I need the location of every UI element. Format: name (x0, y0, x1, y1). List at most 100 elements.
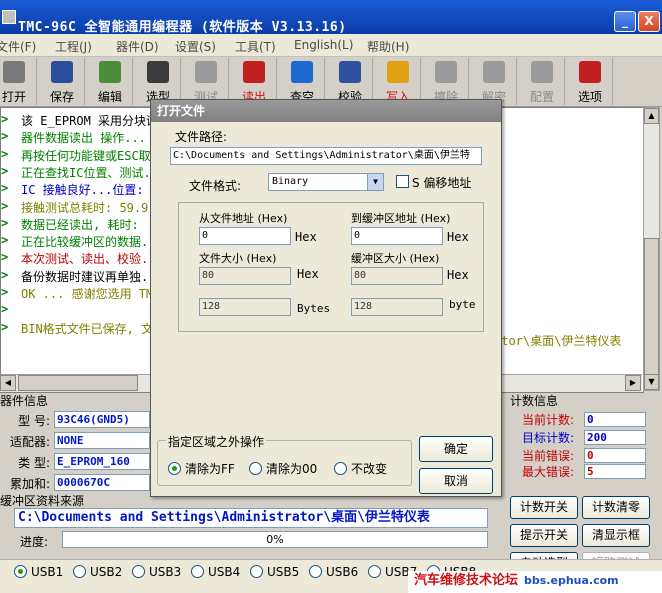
offset-address-checkbox[interactable] (396, 175, 409, 188)
menu-file[interactable]: 文件(F) (0, 38, 36, 55)
watermark-text: 汽车维修技术论坛 (414, 573, 519, 588)
menu-settings[interactable]: 设置(S) (175, 38, 216, 55)
to-buffer-address-input[interactable]: 0 (351, 227, 443, 245)
option-keep-label: 不改变 (351, 462, 388, 476)
buffer-size-unit: Hex (447, 268, 469, 282)
log-chevron-icon: > (1, 267, 9, 282)
toolbar-button-13[interactable]: 选项 (568, 58, 613, 105)
toolbar-button-5[interactable]: 测试 (184, 58, 229, 105)
log-line-text: 正在查找IC位置、测试... (21, 165, 166, 180)
toolbar-button-4[interactable]: 选型 (136, 58, 181, 105)
watermark-url: bbs.ephua.com (524, 574, 619, 587)
usb-port-label: USB2 (90, 565, 123, 579)
radio-fill-00[interactable] (249, 462, 262, 475)
usb-radio[interactable] (250, 565, 263, 578)
progress-text: 0% (266, 533, 284, 546)
outside-range-group-label: 指定区域之外操作 (166, 433, 267, 450)
toolbar-button-8[interactable]: 校验 (328, 58, 373, 105)
scroll-thumb[interactable] (644, 238, 659, 378)
counter-current-label: 当前计数: (522, 413, 575, 427)
toolbar-button-9[interactable]: 写入 (376, 58, 421, 105)
usb-radio[interactable] (368, 565, 381, 578)
buffer-size-field: 80 (351, 267, 443, 285)
file-format-value: Binary (272, 176, 309, 187)
toolbar-button-label: 编辑 (97, 90, 122, 104)
toolbar-button-12[interactable]: 配置 (520, 58, 565, 105)
scroll-left-arrow-icon[interactable]: ◀ (0, 375, 16, 391)
ok-button[interactable]: 确定 (419, 436, 493, 462)
buffer-bytes-field: 128 (351, 298, 443, 316)
floppy-disk-icon (51, 61, 73, 83)
toolbar-button-2[interactable]: 保存 (40, 58, 85, 105)
usb-port-option[interactable]: USB2 (73, 565, 122, 579)
buffer-source-path: C:\Documents and Settings\Administrator\… (14, 508, 488, 528)
menu-help[interactable]: 帮助(H) (367, 38, 409, 55)
toolbar-button-3[interactable]: 编辑 (88, 58, 133, 105)
file-path-input[interactable]: C:\Documents and Settings\Administrator\… (170, 147, 482, 165)
usb-port-option[interactable]: USB3 (132, 565, 181, 579)
clear-display-button[interactable]: 清显示框 (582, 524, 650, 547)
log-vertical-scrollbar[interactable]: ▲ ▼ (643, 107, 660, 391)
close-button[interactable]: X (638, 11, 660, 32)
menu-english[interactable]: English(L) (294, 38, 353, 52)
toolbar-button-label: 打开 (1, 90, 26, 104)
usb-radio[interactable] (132, 565, 145, 578)
option-keep[interactable]: 不改变 (334, 460, 387, 477)
toolbar-button-1[interactable]: 打开 (0, 58, 37, 105)
usb-port-label: USB4 (208, 565, 241, 579)
to-buffer-address-label: 到缓冲区地址 (Hex) (351, 212, 451, 225)
offset-address-label: S 偏移地址 (412, 176, 472, 190)
dropdown-arrow-icon[interactable]: ▼ (367, 174, 383, 190)
option-fill-00[interactable]: 清除为00 (249, 460, 317, 477)
count-reset-button[interactable]: 计数清零 (582, 496, 650, 519)
radio-fill-ff[interactable] (168, 462, 181, 475)
usb-port-option[interactable]: USB1 (14, 565, 63, 579)
app-icon (2, 10, 16, 24)
dialog-title: 打开文件 (151, 100, 501, 122)
from-file-address-unit: Hex (295, 230, 317, 244)
option-fill-ff[interactable]: 清除为FF (168, 460, 235, 477)
toolbar-button-10[interactable]: 擦除 (424, 58, 469, 105)
toolbar-button-7[interactable]: 查空 (280, 58, 325, 105)
log-line-text: 备份数据时建议再单独... (21, 269, 163, 284)
hscroll-thumb[interactable] (18, 375, 138, 391)
radio-keep[interactable] (334, 462, 347, 475)
toolbar-button-label: 选项 (577, 90, 602, 104)
usb-radio[interactable] (309, 565, 322, 578)
eraser-icon (435, 61, 457, 83)
minimize-button[interactable]: _ (614, 11, 636, 32)
scroll-up-arrow-icon[interactable]: ▲ (644, 108, 659, 124)
open-file-dialog: 打开文件 文件路径: C:\Documents and Settings\Adm… (150, 99, 502, 497)
count-toggle-button[interactable]: 计数开关 (510, 496, 578, 519)
file-size-unit: Hex (297, 267, 319, 281)
menu-project[interactable]: 工程(J) (55, 38, 92, 55)
progress-label: 进度: (20, 535, 49, 549)
usb-port-option[interactable]: USB5 (250, 565, 299, 579)
toolbar-button-11[interactable]: 解密 (472, 58, 517, 105)
read-chip-icon (243, 61, 265, 83)
usb-port-option[interactable]: USB6 (309, 565, 358, 579)
file-format-select[interactable]: Binary ▼ (268, 173, 384, 191)
device-type-label: 类 型: (18, 456, 50, 470)
log-line-text: BIN格式文件已保存, 文 (21, 321, 154, 336)
hint-toggle-button[interactable]: 提示开关 (510, 524, 578, 547)
usb-port-label: USB3 (149, 565, 182, 579)
usb-radio[interactable] (191, 565, 204, 578)
menu-tools[interactable]: 工具(T) (235, 38, 276, 55)
cancel-button[interactable]: 取消 (419, 468, 493, 494)
scroll-right-arrow-icon[interactable]: ▶ (625, 375, 641, 391)
device-checksum-value: 0000670C (54, 474, 150, 491)
log-line-text: OK ... 感谢您选用 TM (21, 287, 154, 301)
from-file-address-input[interactable]: 0 (199, 227, 291, 245)
scroll-down-arrow-icon[interactable]: ▼ (644, 374, 659, 390)
folder-open-icon (3, 61, 25, 83)
usb-radio[interactable] (73, 565, 86, 578)
log-chevron-icon: > (1, 163, 9, 178)
usb-radio[interactable] (14, 565, 27, 578)
toolbar-button-6[interactable]: 读出 (232, 58, 277, 105)
log-chevron-icon: > (1, 285, 9, 299)
menu-device[interactable]: 器件(D) (116, 38, 159, 55)
usb-port-label: USB6 (326, 565, 359, 579)
usb-port-option[interactable]: USB4 (191, 565, 240, 579)
toolbar-button-label: 配置 (529, 90, 554, 104)
